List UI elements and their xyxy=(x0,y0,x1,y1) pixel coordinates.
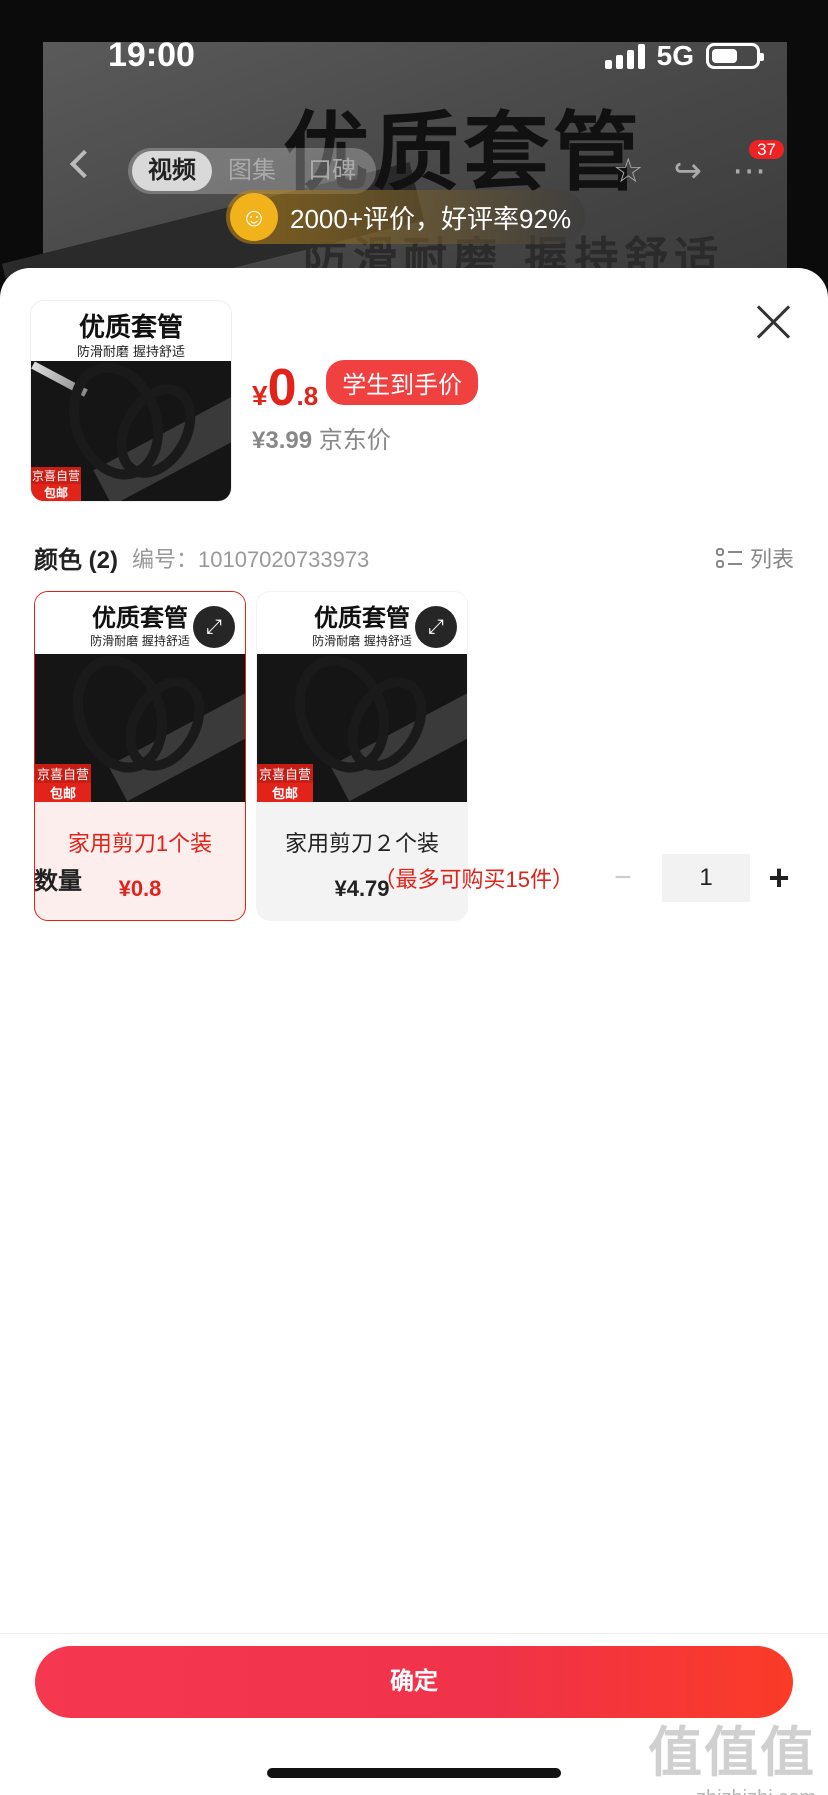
price-block: ¥ 0 .8 学生到手价 ¥3.99 京东价 xyxy=(252,358,479,455)
product-code: 编号：10107020733973 xyxy=(132,546,370,572)
quantity-row: 数量 （最多可购买15件） − 1 + xyxy=(34,853,794,903)
price-currency: ¥ xyxy=(252,380,268,411)
expand-icon[interactable]: ⤢ xyxy=(415,606,457,648)
spec-header: 颜色 (2) 编号：10107020733973 列表 xyxy=(34,540,794,575)
background-product-page: 优质套管 防滑耐磨 握持舒适 19:00 5G 视频 图集 口碑 ☆ ↪ ⋯ 3… xyxy=(0,0,828,300)
more-icon[interactable]: ⋯ 37 xyxy=(732,140,784,188)
spec-label: 颜色 (2) xyxy=(34,547,118,574)
smile-icon: ☺ xyxy=(230,193,278,241)
tab-gallery[interactable]: 图集 xyxy=(212,151,292,191)
price-decimal: .8 xyxy=(296,381,319,411)
battery-icon xyxy=(706,43,764,69)
watermark-url: zhizhizhi.com xyxy=(648,1787,816,1795)
list-toggle-label: 列表 xyxy=(749,546,794,572)
tab-reviews[interactable]: 口碑 xyxy=(292,151,372,191)
watermark: 值值值 zhizhizhi.com xyxy=(648,1708,816,1795)
original-price: ¥3.99 xyxy=(252,427,313,454)
network-label: 5G xyxy=(656,40,694,71)
original-price-label: 京东价 xyxy=(318,427,391,454)
quantity-limit: （最多可购买15件） xyxy=(373,867,574,892)
student-price-tag: 学生到手价 xyxy=(326,359,479,405)
quantity-label: 数量 xyxy=(34,867,82,895)
review-summary-text: 2000+评价，好评率92% xyxy=(290,203,572,234)
home-indicator[interactable] xyxy=(267,1768,561,1778)
product-thumbnail[interactable]: 优质套管 防滑耐磨 握持舒适 京喜自营 包邮 xyxy=(30,300,232,502)
status-icons: 5G xyxy=(604,40,764,72)
option-thumbnail: 优质套管 防滑耐磨 握持舒适 京喜自营 包邮 ⤢ xyxy=(257,592,467,802)
nav-actions: ☆ ↪ ⋯ 37 xyxy=(613,140,784,188)
thumb-title: 优质套管 xyxy=(31,307,231,343)
store-badge: 京喜自营 包邮 xyxy=(31,467,81,501)
list-icon xyxy=(715,547,742,568)
close-icon[interactable] xyxy=(754,302,794,342)
media-tabs: 视频 图集 口碑 xyxy=(128,148,376,194)
option-thumbnail: 优质套管 防滑耐磨 握持舒适 京喜自营 包邮 ⤢ xyxy=(35,592,245,802)
review-summary-pill[interactable]: ☺ 2000+评价，好评率92% xyxy=(226,190,586,244)
list-view-toggle[interactable]: 列表 xyxy=(715,542,794,574)
sku-selector-sheet: 优质套管 防滑耐磨 握持舒适 京喜自营 包邮 ¥ 0 .8 学生到手价 ¥3.9… xyxy=(0,268,828,1795)
watermark-logo: 值值值 xyxy=(648,1723,816,1783)
more-badge: 37 xyxy=(749,140,784,159)
share-icon[interactable]: ↪ xyxy=(674,154,703,188)
footer-divider xyxy=(0,1633,828,1634)
quantity-input[interactable]: 1 xyxy=(662,854,750,902)
signal-icon xyxy=(604,43,645,69)
increase-button[interactable]: + xyxy=(764,857,794,899)
star-icon[interactable]: ☆ xyxy=(613,154,643,188)
status-time: 19:00 xyxy=(108,36,195,74)
tab-video[interactable]: 视频 xyxy=(132,151,212,191)
decrease-button[interactable]: − xyxy=(608,861,638,895)
thumb-subtitle: 防滑耐磨 握持舒适 xyxy=(31,341,231,361)
price-integer: 0 xyxy=(267,359,297,417)
expand-icon[interactable]: ⤢ xyxy=(193,606,235,648)
